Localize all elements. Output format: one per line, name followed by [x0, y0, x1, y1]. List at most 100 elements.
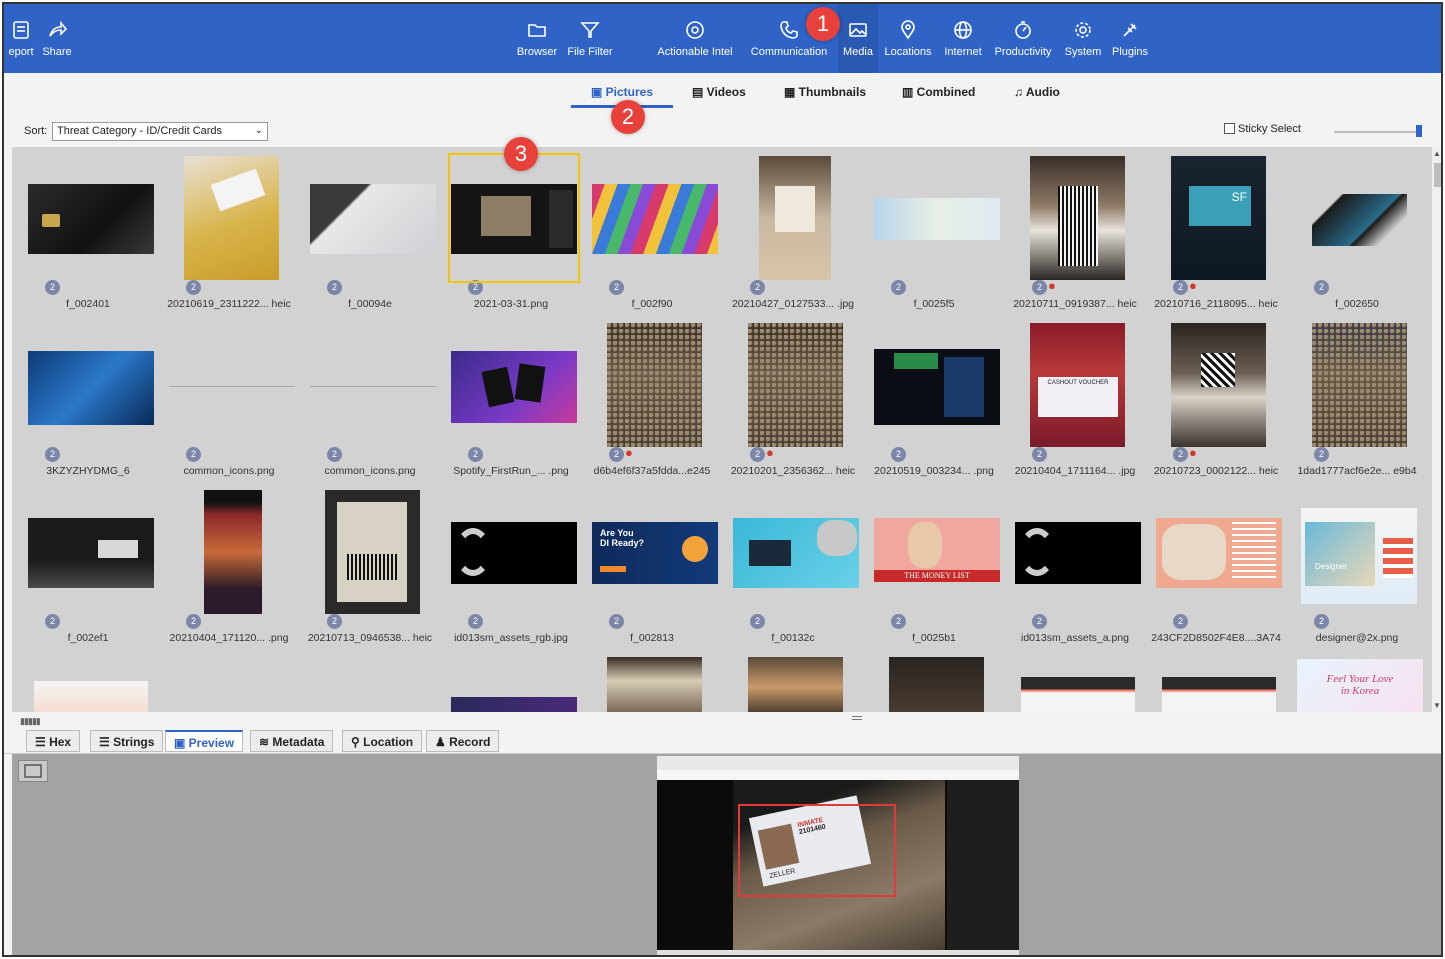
thumbnail-item[interactable]: 2 f_002f90	[582, 154, 722, 321]
thumbnail-filename: 3KZYZHYDMG_6	[46, 465, 130, 477]
thumbnail-item[interactable]	[1005, 655, 1145, 712]
tab-strings[interactable]: ☰ Strings	[90, 730, 164, 752]
thumbnail-item[interactable]: Feel Your Love in Korea	[1287, 655, 1427, 712]
thumbnail-item[interactable]: CASHOUT VOUCHER 2 20210404_1711164... .j…	[1005, 321, 1145, 488]
toolbar-locations-button[interactable]: Locations	[880, 4, 936, 73]
scrollbar-thumb[interactable]	[1434, 163, 1441, 187]
toolbar-plugins-button[interactable]: Plugins	[1108, 4, 1152, 73]
filter-icon	[562, 4, 618, 46]
thumbnail-item[interactable]: 2 f_0025f5	[864, 154, 1004, 321]
slider-thumb[interactable]	[1416, 125, 1422, 137]
tab-metadata[interactable]: ≋ Metadata	[250, 730, 334, 752]
thumbnail-item[interactable]	[441, 655, 581, 712]
toolbar-report-button[interactable]: eport	[4, 4, 38, 73]
thumbnail-image: Designer	[1301, 508, 1417, 604]
thumbnail-item[interactable]: 2 f_002ef1	[18, 488, 158, 655]
thumbnail-image: Are You DI Ready?	[592, 522, 718, 584]
count-badge: 2	[327, 614, 342, 629]
tab-preview[interactable]: ▣ Preview	[165, 730, 244, 752]
thumbnail-item[interactable]	[1146, 655, 1286, 712]
sort-dropdown[interactable]: Threat Category - ID/Credit Cards ⌄	[52, 122, 268, 141]
thumbnail-item[interactable]: 2 f_002401	[18, 154, 158, 321]
thumbnail-filename: 20210716_2118095... heic	[1154, 298, 1278, 310]
thumbnail-item[interactable]: 2 ● d6b4ef6f37a5fdda...e245	[582, 321, 722, 488]
intel-icon	[652, 4, 738, 46]
thumbnail-item[interactable]: Designer 2 designer@2x.png	[1287, 488, 1427, 655]
subtab-combined[interactable]: ▥ Combined	[902, 85, 975, 99]
preview-icon: ▣	[174, 736, 189, 750]
tab-record[interactable]: ♟ Record	[426, 730, 500, 752]
thumbnail-item[interactable]: 2 243CF2D8502F4E8....3A74	[1146, 488, 1286, 655]
thumbnail-filename: f_00132c	[771, 632, 815, 644]
toolbar-media-button[interactable]: Media	[838, 4, 878, 73]
thumbnail-item[interactable]: 2 ● 20210201_2356362... heic	[723, 321, 863, 488]
location-pin-icon	[880, 4, 936, 46]
thumbnail-item[interactable]: THE MONEY LIST 2 f_0025b1	[864, 488, 1004, 655]
thumbnail-image	[310, 184, 436, 254]
toolbar-actionable-intel-button[interactable]: Actionable Intel	[652, 4, 738, 73]
music-note-icon: ♫	[1014, 85, 1026, 99]
thumbnail-item[interactable]: 2 common_icons.png	[300, 321, 440, 488]
thumbnail-filename: f_002813	[630, 632, 674, 644]
subtab-thumbnails[interactable]: ▦ Thumbnails	[784, 85, 866, 99]
grid-scrollbar[interactable]: ▲ ▼	[1432, 147, 1441, 712]
thumbnail-item[interactable]	[18, 655, 158, 712]
thumbnail-item[interactable]: 2 id013sm_assets_a.png	[1005, 488, 1145, 655]
thumbnail-item[interactable]	[723, 655, 863, 712]
thumbnail-item[interactable]: 2 20210427_0127533... .jpg	[723, 154, 863, 321]
thumbnail-item[interactable]: 2 f_002650	[1287, 154, 1427, 321]
toolbar-productivity-button[interactable]: Productivity	[988, 4, 1058, 73]
toolbar-share-button[interactable]: Share	[40, 4, 74, 73]
thumbnail-image	[748, 323, 843, 447]
toolbar-browser-button[interactable]: Browser	[512, 4, 562, 73]
thumbnail-item[interactable]: SF 2 ● 20210716_2118095... heic	[1146, 154, 1286, 321]
hex-icon: ☰	[35, 735, 50, 749]
picture-icon: ▣	[591, 85, 606, 99]
thumbnail-item[interactable]	[864, 655, 1004, 712]
thumbnail-item[interactable]: 2 f_00132c	[723, 488, 863, 655]
toolbar-internet-button[interactable]: Internet	[940, 4, 986, 73]
detail-tabs: ☰ Hex ☰ Strings ▣ Preview ≋ Metadata ⚲ L…	[4, 728, 1441, 754]
thumbnail-item[interactable]	[582, 655, 722, 712]
panel-splitter[interactable]: ▮▮▮▮▮	[4, 712, 1441, 728]
thumbnail-item[interactable]: 2 1dad1777acf6e2e... e9b4	[1287, 321, 1427, 488]
sticky-select-checkbox[interactable]: Sticky Select	[1224, 123, 1301, 135]
thumbnail-size-slider[interactable]	[1334, 125, 1422, 137]
subtab-videos[interactable]: ▤ Videos	[692, 85, 746, 99]
tab-location[interactable]: ⚲ Location	[342, 730, 423, 752]
thumbnail-item[interactable]: 2 id013sm_assets_rgb.jpg	[441, 488, 581, 655]
toolbar-file-filter-button[interactable]: File Filter	[562, 4, 618, 73]
thumbnail-item[interactable]: 2 Spotify_FirstRun_... .png	[441, 321, 581, 488]
subtab-pictures[interactable]: ▣ Pictures	[591, 85, 653, 99]
thumbnail-item[interactable]: 2 ● 20210723_0002122... heic	[1146, 321, 1286, 488]
thumbnail-image	[451, 522, 577, 584]
subtab-audio[interactable]: ♫ Audio	[1014, 85, 1060, 99]
count-badge: 2	[45, 614, 60, 629]
thumbnail-item[interactable]: Are You DI Ready? 2 f_002813	[582, 488, 722, 655]
count-badge: 2	[750, 280, 765, 295]
thumbnail-item[interactable]: 2 common_icons.png	[159, 321, 299, 488]
thumbnail-item[interactable]: 2 20210404_171120... .png	[159, 488, 299, 655]
scroll-down-icon[interactable]: ▼	[1433, 701, 1441, 710]
location-pin-icon: ●	[1189, 278, 1197, 293]
thumbnail-item[interactable]: 2 f_00094e	[300, 154, 440, 321]
thumbnail-image	[451, 351, 577, 423]
thumbnail-item[interactable]: 2 ● 20210711_0919387... heic	[1005, 154, 1145, 321]
thumbnail-image	[184, 156, 279, 280]
thumbnail-caption: THE MONEY LIST	[874, 570, 1000, 582]
thumbnail-filename: id013sm_assets_rgb.jpg	[454, 632, 568, 644]
toolbar-system-button[interactable]: System	[1060, 4, 1106, 73]
thumbnail-item[interactable]: 2 20210619_2311222... heic	[159, 154, 299, 321]
count-badge: 2	[1032, 280, 1047, 295]
thumbnail-image	[34, 681, 148, 712]
tab-hex[interactable]: ☰ Hex	[26, 730, 81, 752]
thumbnail-image	[1156, 518, 1282, 588]
count-badge: 2	[1314, 614, 1329, 629]
splitter-grip-icon[interactable]	[852, 716, 862, 720]
thumbnail-item[interactable]: 2 20210519_003234... .png	[864, 321, 1004, 488]
thumbnail-item[interactable]: 2 20210713_0946538... heic	[300, 488, 440, 655]
thumbnail-item[interactable]: 2 3KZYZHYDMG_6	[18, 321, 158, 488]
thumbnail-filename: f_002ef1	[67, 632, 109, 644]
fit-to-window-button[interactable]	[18, 760, 48, 782]
scroll-up-icon[interactable]: ▲	[1433, 149, 1441, 158]
